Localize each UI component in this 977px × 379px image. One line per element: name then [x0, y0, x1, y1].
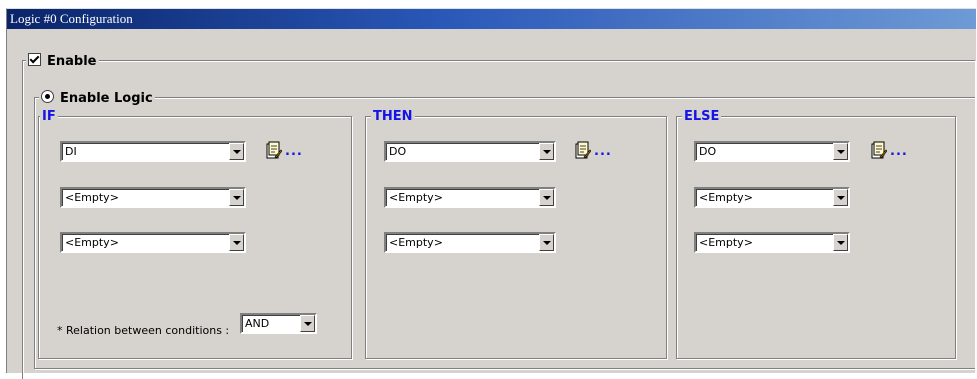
then-action-3-value: <Empty>	[389, 236, 443, 249]
else-action-1-select[interactable]: DO	[694, 141, 850, 162]
dropdown-arrow-icon[interactable]	[833, 234, 848, 251]
then-action-3-select[interactable]: <Empty>	[384, 232, 556, 253]
more-dots: ...	[890, 144, 908, 159]
edit-document-icon	[871, 141, 887, 159]
relation-select[interactable]: AND	[240, 313, 317, 334]
if-condition-3-select[interactable]: <Empty>	[60, 232, 246, 253]
enable-logic-radio[interactable]	[41, 90, 54, 103]
dropdown-arrow-icon[interactable]	[229, 143, 244, 160]
then-action-1-select[interactable]: DO	[384, 141, 556, 162]
else-action-3-value: <Empty>	[699, 236, 753, 249]
relation-value: AND	[245, 317, 270, 330]
dropdown-arrow-icon[interactable]	[833, 189, 848, 206]
then-group-label: THEN	[371, 109, 415, 124]
if-condition-2-value: <Empty>	[65, 191, 119, 204]
title-bar: Logic #0 Configuration	[7, 9, 976, 29]
logic-config-window: Logic #0 Configuration Enable Enable Log…	[6, 8, 976, 379]
dropdown-arrow-icon[interactable]	[229, 189, 244, 206]
then-action-1-value: DO	[389, 145, 407, 158]
edit-document-icon	[575, 141, 591, 159]
enable-logic-label: Enable Logic	[60, 91, 153, 106]
enable-logic-radio-row[interactable]: Enable Logic	[39, 90, 155, 106]
window-title: Logic #0 Configuration	[10, 11, 133, 26]
if-condition-1-select[interactable]: DI	[60, 141, 246, 162]
relation-label: * Relation between conditions :	[57, 324, 230, 337]
else-action-2-select[interactable]: <Empty>	[694, 187, 850, 208]
if-condition-2-select[interactable]: <Empty>	[60, 187, 246, 208]
if-condition-1-value: DI	[65, 145, 77, 158]
enable-checkbox-row[interactable]: Enable	[26, 53, 99, 69]
if-condition-3-value: <Empty>	[65, 236, 119, 249]
then-edit-button[interactable]: ...	[575, 140, 619, 162]
dropdown-arrow-icon[interactable]	[539, 143, 554, 160]
else-edit-button[interactable]: ...	[871, 140, 915, 162]
more-dots: ...	[285, 144, 303, 159]
else-action-2-value: <Empty>	[699, 191, 753, 204]
edit-document-icon	[266, 141, 282, 159]
if-group-label: IF	[40, 109, 58, 124]
else-action-3-select[interactable]: <Empty>	[694, 232, 850, 253]
dropdown-arrow-icon[interactable]	[539, 189, 554, 206]
more-dots: ...	[594, 144, 612, 159]
dropdown-arrow-icon[interactable]	[539, 234, 554, 251]
else-action-1-value: DO	[699, 145, 717, 158]
dropdown-arrow-icon[interactable]	[300, 315, 315, 332]
dropdown-arrow-icon[interactable]	[833, 143, 848, 160]
enable-checkbox[interactable]	[28, 53, 41, 66]
then-action-2-value: <Empty>	[389, 191, 443, 204]
then-action-2-select[interactable]: <Empty>	[384, 187, 556, 208]
dropdown-arrow-icon[interactable]	[229, 234, 244, 251]
enable-label: Enable	[47, 54, 97, 69]
else-group-label: ELSE	[682, 109, 722, 124]
if-edit-button[interactable]: ...	[266, 140, 310, 162]
